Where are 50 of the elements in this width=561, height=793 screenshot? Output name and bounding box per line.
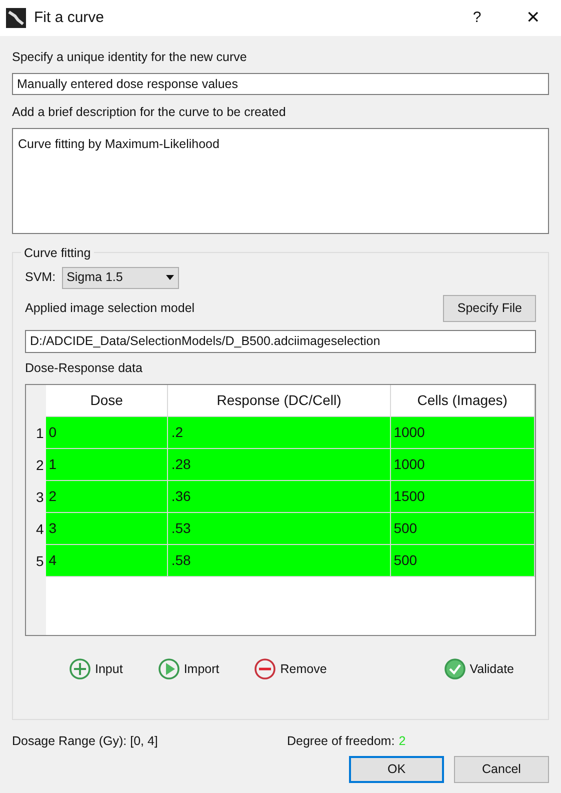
table-label: Dose-Response data [25, 360, 144, 377]
action-button[interactable]: Remove [254, 658, 327, 680]
row-header[interactable]: 4 [26, 513, 46, 546]
window-title: Fit a curve [34, 8, 104, 28]
row-header[interactable]: 1 [26, 417, 46, 450]
table-cell: 1 [46, 449, 168, 482]
model-path-field[interactable]: D:/ADCIDE_Data/SelectionModels/D_B500.adciimageselection [25, 330, 536, 352]
plus-icon [69, 658, 91, 680]
dialog-button[interactable]: Cancel [454, 756, 549, 784]
dialog-button[interactable]: OK [349, 756, 444, 784]
checkmark-icon [444, 658, 466, 680]
table-cell: 0 [46, 417, 168, 450]
svm-label: SVM: [25, 269, 56, 286]
table-cell: 1000 [390, 417, 536, 450]
table-cell: 2 [46, 481, 168, 514]
table-corner[interactable] [26, 385, 46, 418]
action-button[interactable]: Validate [444, 658, 514, 680]
model-label: Applied image selection model [25, 300, 195, 317]
help-button[interactable]: ? [455, 6, 499, 30]
minus-icon [254, 658, 276, 680]
identity-label: Specify a unique identity for the new curve [12, 49, 248, 66]
table-cell: 4 [46, 545, 168, 578]
app-icon [6, 8, 26, 28]
identity-field[interactable]: Manually entered dose response values [12, 72, 549, 95]
table-cell: 500 [390, 513, 536, 546]
action-button[interactable]: Input [69, 658, 123, 680]
play-icon [158, 658, 180, 680]
degree-of-freedom-label: Degree of freedom: [287, 732, 395, 750]
table-cell: .58 [168, 545, 391, 578]
table-cell: 500 [390, 545, 536, 578]
row-header-strip [26, 577, 46, 636]
table-cell: .53 [168, 513, 391, 546]
svm-dropdown[interactable]: Sigma 1.5 [62, 266, 179, 288]
table-cell: .2 [168, 417, 391, 450]
action-button[interactable]: Import [158, 658, 220, 680]
table-cell: 3 [46, 513, 168, 546]
row-header[interactable]: 2 [26, 449, 46, 482]
row-header[interactable]: 3 [26, 481, 46, 514]
caret-icon [166, 275, 174, 280]
close-button[interactable]: ✕ [511, 5, 555, 31]
table-cell: .36 [168, 481, 391, 514]
description-field[interactable]: Curve fitting by Maximum-Likelihood [12, 128, 549, 234]
specify-file-button[interactable]: Specify File [443, 294, 536, 322]
row-header[interactable]: 5 [26, 545, 46, 578]
dosage-range-text: Dosage Range (Gy): [0, 4] [12, 732, 159, 750]
table-cell: 1000 [390, 449, 536, 482]
description-label: Add a brief description for the curve to be created [12, 104, 287, 121]
degree-of-freedom-value: 2 [398, 732, 406, 750]
table-cell: 1500 [390, 481, 536, 514]
table-cell: .28 [168, 449, 391, 482]
